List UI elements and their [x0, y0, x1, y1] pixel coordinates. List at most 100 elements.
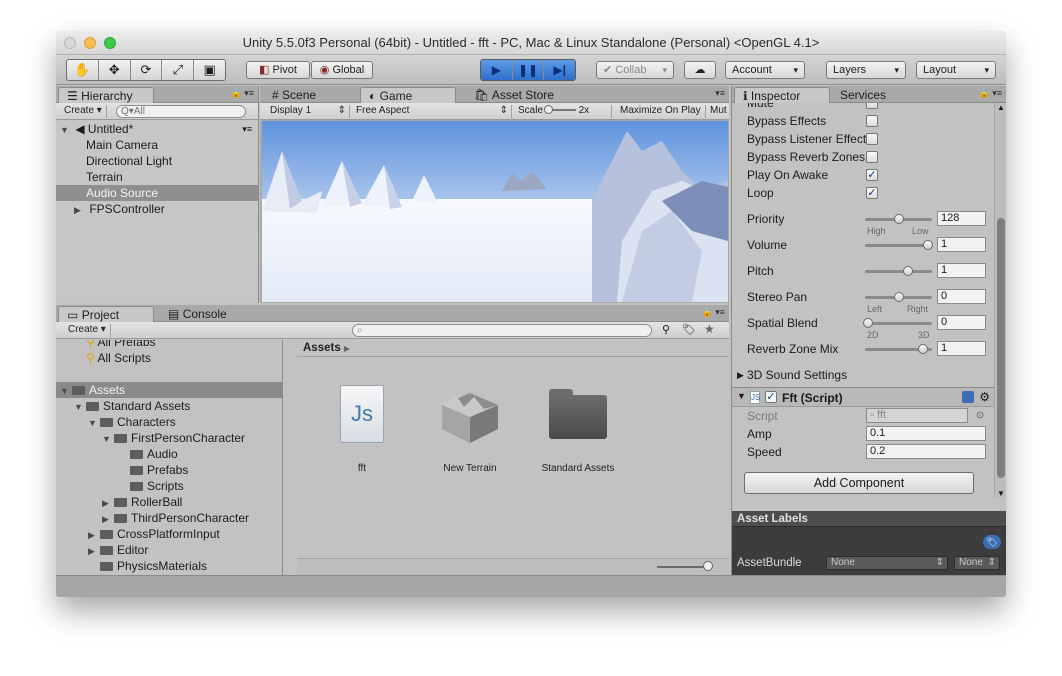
tree-item-firstpersoncharacter[interactable]: ▼ FirstPersonCharacter [56, 430, 282, 446]
collapse-arrow-icon[interactable]: ▶ [102, 495, 114, 511]
tab-scene[interactable]: # Scene [264, 87, 356, 103]
panel-menu-icon[interactable]: 🔒 ▾≡ [702, 307, 725, 318]
asset-tile-fft[interactable]: Js fft [317, 385, 407, 474]
priority-field[interactable]: 128 [937, 211, 986, 226]
pitch-slider-knob[interactable] [903, 266, 913, 276]
volume-slider[interactable] [865, 240, 933, 250]
panel-menu-icon[interactable]: ▾≡ [715, 88, 725, 99]
label-tag-icon[interactable]: 🏷 [983, 535, 1001, 549]
scale-slider-knob[interactable] [543, 105, 553, 115]
stereo-pan-slider[interactable] [865, 292, 932, 302]
tab-inspector[interactable]: ℹ Inspector [734, 87, 830, 103]
reverb-zone-mix-field[interactable]: 1 [937, 341, 986, 356]
close-window-button[interactable] [64, 37, 76, 49]
hierarchy-item-main-camera[interactable]: Main Camera [56, 137, 258, 153]
cloud-button[interactable]: ☁ [684, 61, 716, 79]
mute-audio-toggle[interactable]: Mut [706, 105, 731, 118]
hierarchy-item-directional-light[interactable]: Directional Light [56, 153, 258, 169]
icon-size-slider[interactable] [657, 566, 707, 568]
tree-item-crossplatforminput[interactable]: ▶ CrossPlatformInput [56, 526, 282, 542]
hierarchy-item-terrain[interactable]: Terrain [56, 169, 258, 185]
collapse-arrow-icon[interactable]: ▶ [88, 543, 100, 559]
stereo-pan-field[interactable]: 0 [937, 289, 986, 304]
collab-dropdown[interactable]: ✔ Collab [596, 61, 674, 79]
hierarchy-item-fpscontroller[interactable]: ▶ FPSController [56, 201, 258, 217]
filter-by-label-icon[interactable]: 🏷 [682, 323, 696, 336]
inspector-scrollbar[interactable]: ▲ ▼ [994, 103, 1006, 498]
layout-dropdown[interactable]: Layout [916, 61, 996, 79]
display-dropdown[interactable]: Display 1 ⇕ [266, 105, 350, 118]
scale-tool-icon[interactable]: ⤢ [162, 60, 195, 80]
zoom-window-button[interactable] [104, 37, 116, 49]
icon-size-slider-knob[interactable] [703, 561, 713, 571]
scene-menu-icon[interactable]: ▾≡ [242, 121, 252, 137]
tree-item-prefabs[interactable]: Prefabs [56, 462, 282, 478]
asset-variant-dropdown[interactable]: None ⇕ [954, 556, 1000, 570]
volume-field[interactable]: 1 [937, 237, 986, 252]
tree-item-characters[interactable]: ▼ Characters [56, 414, 282, 430]
layers-dropdown[interactable]: Layers [826, 61, 906, 79]
loop-checkbox[interactable]: ✓ [866, 187, 878, 199]
scroll-down-icon[interactable]: ▼ [997, 489, 1005, 498]
move-tool-icon[interactable]: ✥ [99, 60, 131, 80]
hierarchy-item-audio-source[interactable]: Audio Source [56, 185, 258, 201]
expand-arrow-icon[interactable]: ▼ [74, 399, 86, 415]
tree-item-scripts[interactable]: Scripts [56, 478, 282, 494]
object-picker-icon[interactable]: ⊙ [976, 407, 984, 425]
fft-script-header[interactable]: ▼ JS ✓ Fft (Script) ⚙ [732, 387, 994, 407]
project-search-input[interactable]: ⌕ [352, 324, 652, 337]
asset-tile-standard-assets[interactable]: Standard Assets [533, 385, 623, 474]
minimize-window-button[interactable] [84, 37, 96, 49]
account-dropdown[interactable]: Account [725, 61, 805, 79]
amp-field[interactable]: 0.1 [866, 426, 986, 441]
pitch-slider[interactable] [865, 266, 932, 276]
play-on-awake-checkbox[interactable]: ✓ [866, 169, 878, 181]
rect-tool-icon[interactable]: ▣ [194, 60, 225, 80]
inspector-scroll-thumb[interactable] [997, 218, 1005, 478]
3d-sound-settings-foldout[interactable]: ▶ 3D Sound Settings [732, 366, 994, 384]
bypass-listener-effect-checkbox[interactable] [866, 133, 878, 145]
tree-item-thirdpersoncharacter[interactable]: ▶ ThirdPersonCharacter [56, 510, 282, 526]
global-toggle[interactable]: ◉ Global [311, 61, 373, 79]
tree-item-audio[interactable]: Audio [56, 446, 282, 462]
component-enabled-checkbox[interactable]: ✓ [765, 391, 777, 403]
collapse-arrow-icon[interactable]: ▶ [74, 202, 86, 218]
tab-console[interactable]: ▤ Console [160, 306, 240, 322]
pivot-toggle[interactable]: ◧ Pivot [246, 61, 310, 79]
tab-services[interactable]: Services [832, 87, 902, 103]
bypass-effects-checkbox[interactable] [866, 115, 878, 127]
add-component-button[interactable]: Add Component [744, 472, 974, 494]
component-gear-icon[interactable]: ⚙ [979, 390, 990, 404]
spatial-blend-field[interactable]: 0 [937, 315, 986, 330]
step-button[interactable]: ▶| [544, 60, 575, 80]
play-button[interactable]: ▶ [481, 60, 513, 80]
tree-item-physicsmaterials[interactable]: PhysicsMaterials [56, 558, 282, 574]
panel-menu-icon[interactable]: 🔒 ▾≡ [231, 88, 254, 99]
expand-arrow-icon[interactable]: ▼ [60, 383, 72, 399]
expand-arrow-icon[interactable]: ▼ [88, 415, 100, 431]
rotate-tool-icon[interactable]: ⟳ [131, 60, 163, 80]
hand-tool-icon[interactable]: ✋ [67, 60, 99, 80]
expand-arrow-icon[interactable]: ▼ [102, 431, 114, 447]
volume-slider-knob[interactable] [923, 240, 933, 250]
scene-root-row[interactable]: ▼ ◀ Untitled* ▾≡ [56, 121, 258, 137]
speed-field[interactable]: 0.2 [866, 444, 986, 459]
scroll-up-icon[interactable]: ▲ [997, 103, 1005, 112]
collapse-arrow-icon[interactable]: ▶ [88, 527, 100, 543]
scale-control[interactable]: Scale 2x [514, 105, 612, 118]
hierarchy-create-button[interactable]: Create ▾ [60, 105, 107, 118]
pause-button[interactable]: ❚❚ [512, 60, 545, 80]
favorite-star-icon[interactable]: ★ [704, 322, 715, 336]
pitch-field[interactable]: 1 [937, 263, 986, 278]
filter-by-type-icon[interactable]: ⚲ [662, 323, 670, 336]
aspect-dropdown[interactable]: Free Aspect ⇕ [352, 105, 512, 118]
asset-bundle-dropdown[interactable]: None ⇕ [826, 556, 948, 570]
reverb-zone-mix-slider[interactable] [865, 344, 932, 354]
priority-slider[interactable] [865, 214, 932, 224]
panel-menu-icon[interactable]: 🔒 ▾≡ [979, 88, 1002, 99]
tab-project[interactable]: ▭ Project [58, 306, 154, 322]
tree-item-all-scripts[interactable]: ⚲ All Scripts [56, 350, 282, 366]
game-viewport[interactable] [262, 121, 728, 302]
help-book-icon[interactable] [962, 391, 974, 403]
breadcrumb-assets[interactable]: Assets [303, 342, 341, 354]
